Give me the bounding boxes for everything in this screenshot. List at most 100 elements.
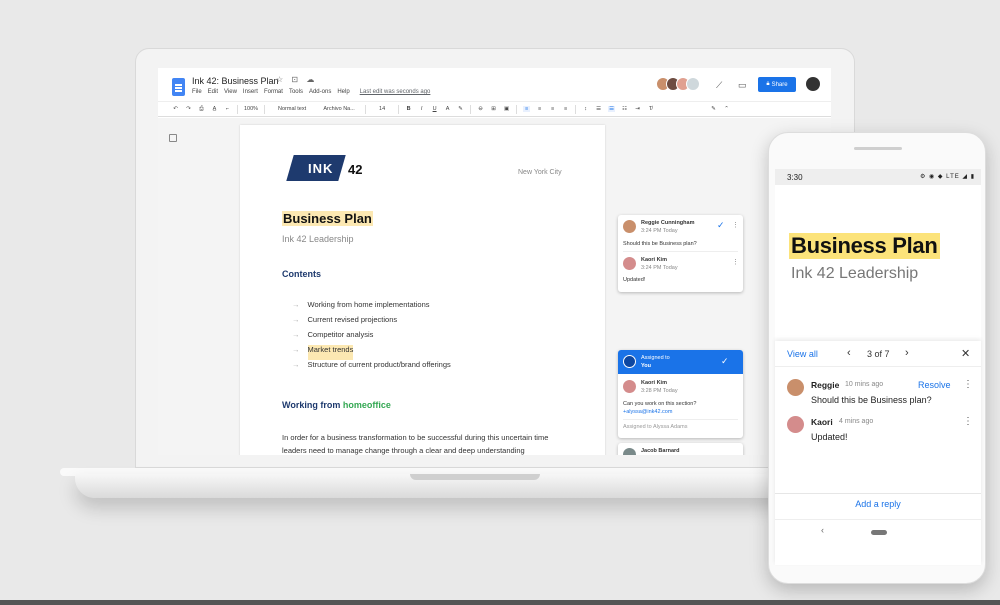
divider — [237, 104, 238, 114]
section-heading: Working from homeoffice — [282, 400, 391, 410]
avatar — [623, 448, 636, 455]
comments-nav: View all ‹ 3 of 7 › ✕ — [775, 341, 981, 367]
highlight-icon[interactable]: ✎ — [457, 106, 464, 112]
line-spacing-icon[interactable]: ↕ — [582, 106, 589, 112]
underline-icon[interactable]: U — [431, 106, 438, 112]
chevron-left-icon[interactable]: ‹ — [847, 347, 851, 359]
back-icon[interactable]: ‹ — [821, 525, 824, 535]
comment-text: Updated! — [623, 277, 646, 283]
bold-icon[interactable]: B — [405, 106, 412, 112]
assignee: You — [641, 363, 651, 369]
clear-format-icon[interactable]: T̸ — [647, 106, 654, 112]
phone-doc-title: Business Plan — [789, 233, 940, 259]
checklist-icon[interactable]: ☰ — [595, 106, 602, 112]
justify-icon[interactable]: ≡ — [562, 106, 569, 112]
logo-number: 42 — [348, 162, 363, 177]
document-page[interactable]: INK 42 New York City Business Plan Ink 4… — [240, 125, 605, 455]
toc-label: Structure of current product/brand offer… — [307, 360, 451, 369]
lock-icon: 🔒︎ — [766, 81, 770, 87]
section-heading-suggestion: homeoffice — [342, 400, 391, 410]
toc-item[interactable]: → Market trends — [292, 345, 451, 360]
font-select[interactable]: Archivo Na... — [319, 106, 359, 112]
toc-item[interactable]: → Working from home implementations — [292, 300, 451, 315]
italic-icon[interactable]: I — [418, 106, 425, 112]
resolve-check-icon[interactable]: ✓ — [721, 356, 729, 367]
avatar — [623, 355, 636, 368]
comment-card[interactable]: Reggie Cunningham 3:24 PM Today ✓ ⋮ Shou… — [618, 215, 743, 292]
resolve-button[interactable]: Resolve — [918, 380, 951, 390]
more-vert-icon[interactable]: ⋮ — [732, 258, 739, 266]
mention-link[interactable]: +alyssa@ink42.com — [623, 409, 672, 415]
table-of-contents: → Working from home implementations → Curr… — [292, 300, 451, 375]
align-right-icon[interactable]: ≡ — [549, 106, 556, 112]
menu-tools[interactable]: Tools — [289, 89, 303, 95]
text-color-icon[interactable]: A — [444, 106, 451, 112]
toc-item[interactable]: → Structure of current product/brand offe… — [292, 360, 451, 375]
title-actions-icon[interactable]: ☆ ⊡ ☁ — [276, 75, 317, 84]
image-icon[interactable]: ▣ — [503, 106, 510, 112]
phone-speaker — [854, 147, 902, 150]
paint-format-icon[interactable]: ⌐ — [224, 106, 231, 112]
share-label: Share — [771, 81, 788, 88]
share-button[interactable]: 🔒︎ Share — [758, 77, 796, 92]
chevron-up-icon[interactable]: ⌃ — [723, 106, 730, 112]
align-left-icon[interactable]: ≡ — [523, 106, 531, 112]
last-edit-link[interactable]: Last edit was seconds ago — [360, 89, 431, 95]
phone-doc-subtitle: Ink 42 Leadership — [791, 265, 919, 282]
phone-device: 3:30 ⚙ ◉ ◆ LTE ◢ ▮ Business Plan Ink 42 … — [768, 132, 986, 584]
spellcheck-icon[interactable]: A̲ — [211, 106, 218, 112]
close-icon[interactable]: ✕ — [961, 347, 970, 360]
avatar — [623, 257, 636, 270]
toc-item[interactable]: → Current revised projections — [292, 315, 451, 330]
align-center-icon[interactable]: ≡ — [536, 106, 543, 112]
link-icon[interactable]: ⊖ — [477, 106, 484, 112]
numbered-list-icon[interactable]: ☷ — [621, 106, 628, 112]
document-title[interactable]: Ink 42: Business Plan — [192, 76, 279, 86]
divider — [516, 104, 518, 114]
menu-view[interactable]: View — [224, 89, 237, 95]
edit-mode-icon[interactable]: ✎ — [710, 106, 717, 112]
menu-help[interactable]: Help — [337, 89, 349, 95]
assigned-comment-card[interactable]: Assigned to You ✓ Kaori Kim 3:28 PM Toda… — [618, 350, 743, 438]
comment-icon[interactable]: ⊞ — [490, 106, 497, 112]
more-vert-icon[interactable]: ⋮ — [963, 379, 973, 390]
arrow-icon: → — [292, 345, 300, 354]
activity-icon[interactable]: ⟋ — [716, 80, 722, 91]
toc-label: Working from home implementations — [307, 300, 430, 309]
avatar[interactable] — [686, 77, 700, 91]
status-time: 3:30 — [787, 173, 803, 182]
style-select[interactable]: Normal text — [271, 106, 313, 112]
avatar — [787, 379, 804, 396]
resolve-check-icon[interactable]: ✓ — [717, 220, 725, 231]
menu-edit[interactable]: Edit — [208, 89, 218, 95]
chevron-right-icon[interactable]: › — [905, 347, 909, 359]
menu-file[interactable]: File — [192, 89, 202, 95]
divider — [623, 419, 738, 420]
menu-addons[interactable]: Add-ons — [309, 89, 331, 95]
outline-icon[interactable] — [169, 134, 177, 142]
more-vert-icon[interactable]: ⋮ — [732, 221, 739, 229]
redo-icon[interactable]: ↷ — [185, 106, 192, 112]
bullet-list-icon[interactable]: ☰ — [608, 106, 616, 112]
comment-time: 3:24 PM Today — [641, 228, 678, 234]
view-all-link[interactable]: View all — [787, 349, 818, 359]
zoom-select[interactable]: 100% — [244, 106, 258, 112]
print-icon[interactable]: ⎙ — [198, 106, 205, 113]
comment-text: Should this be Business plan? — [623, 241, 697, 247]
collaborator-avatars[interactable] — [656, 77, 700, 91]
assigned-header: Assigned to You ✓ — [618, 350, 743, 374]
assigned-label: Assigned to — [641, 355, 670, 361]
account-avatar[interactable] — [806, 77, 820, 91]
menu-format[interactable]: Format — [264, 89, 283, 95]
undo-icon[interactable]: ↶ — [172, 106, 179, 112]
more-vert-icon[interactable]: ⋮ — [963, 416, 973, 427]
add-reply-button[interactable]: Add a reply — [775, 499, 981, 509]
home-pill-icon[interactable] — [871, 530, 887, 535]
font-size-select[interactable]: 14 — [372, 106, 392, 112]
comment-card[interactable]: Jacob Barnard — [618, 443, 743, 455]
menu-insert[interactable]: Insert — [243, 89, 258, 95]
docs-logo-icon[interactable] — [172, 78, 185, 96]
toc-item[interactable]: → Competitor analysis — [292, 330, 451, 345]
indent-icon[interactable]: ⇥ — [634, 106, 641, 112]
comment-history-icon[interactable]: ▭ — [738, 80, 747, 91]
